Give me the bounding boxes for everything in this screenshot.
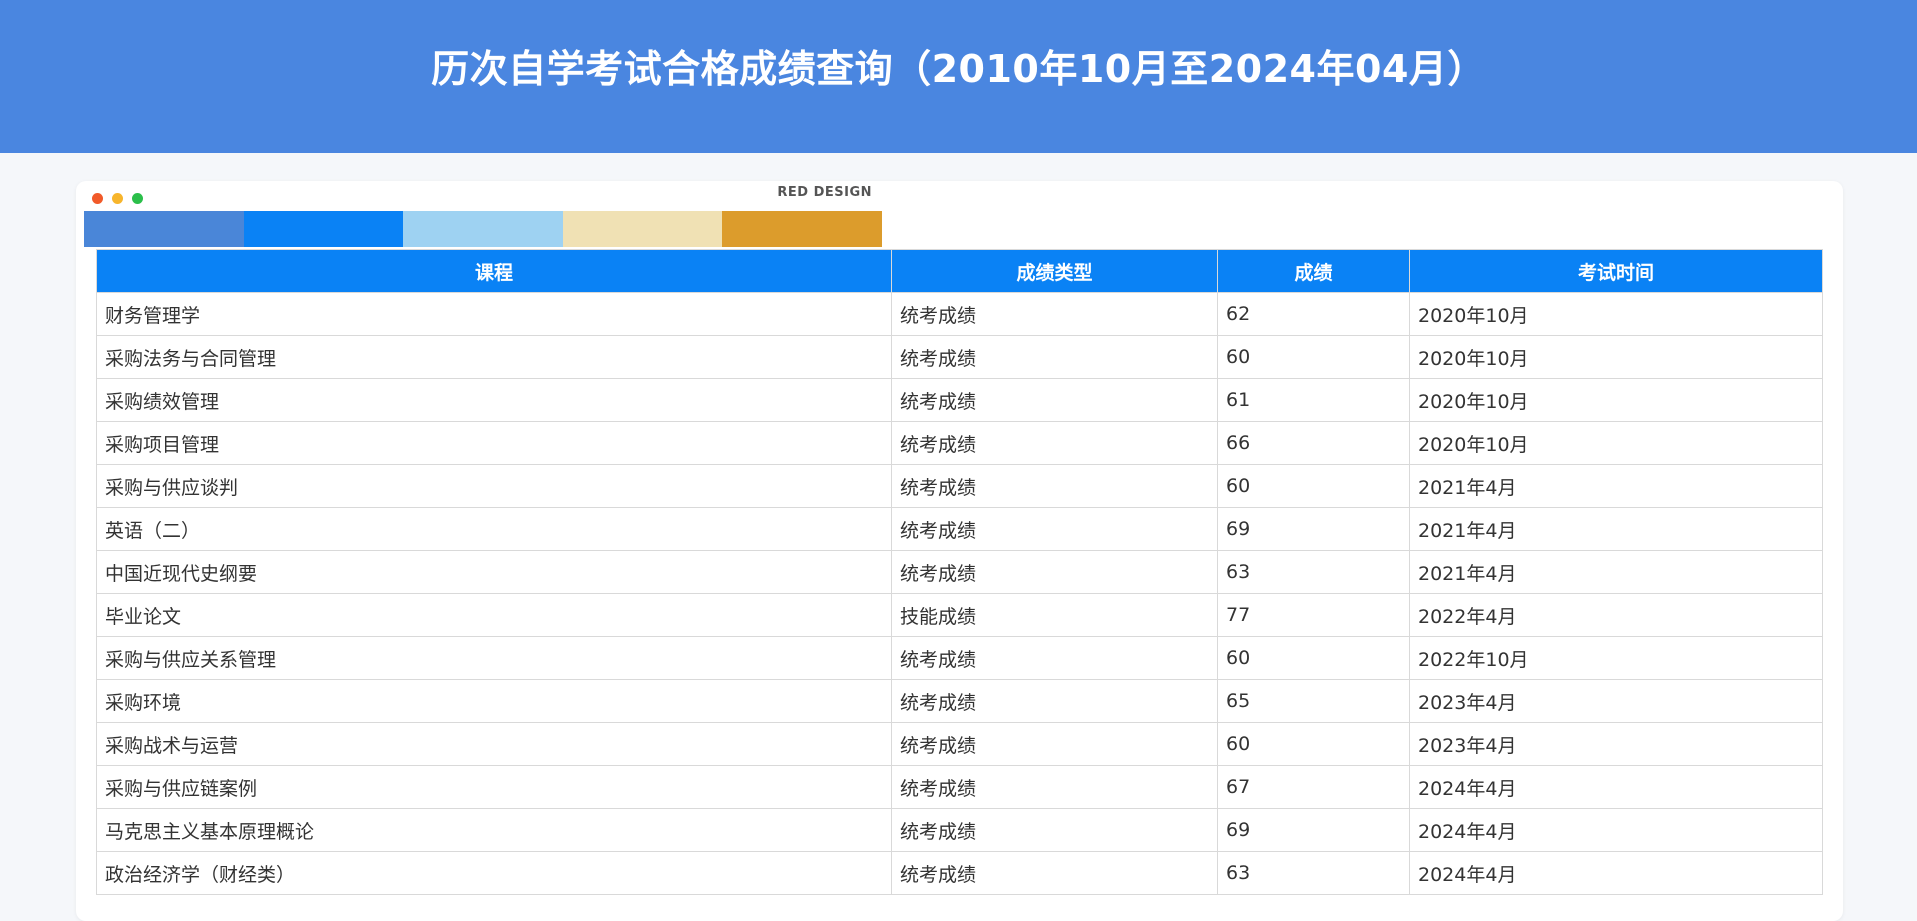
green-dot-icon — [132, 193, 143, 204]
course-cell: 中国近现代史纲要 — [96, 550, 892, 594]
exam-time-cell: 2022年10月 — [1409, 636, 1823, 680]
course-cell: 采购与供应谈判 — [96, 464, 892, 508]
course-cell: 采购项目管理 — [96, 421, 892, 465]
header-exam-time: 考试时间 — [1409, 249, 1823, 293]
table-row: 采购战术与运营 统考成绩 60 2023年4月 — [96, 722, 1823, 766]
exam-time-cell: 2021年4月 — [1409, 464, 1823, 508]
score-type-cell: 统考成绩 — [891, 679, 1218, 723]
results-card: RED DESIGN 课程 成绩类型 成绩 考试时间 财务管理学 统考成绩 62 20… — [76, 181, 1843, 921]
score-type-cell: 统考成绩 — [891, 421, 1218, 465]
exam-time-cell: 2020年10月 — [1409, 421, 1823, 465]
header-score: 成绩 — [1217, 249, 1410, 293]
red-dot-icon — [92, 193, 103, 204]
design-color-strip: RED DESIGN — [84, 181, 882, 249]
window-dots — [92, 193, 143, 204]
course-cell: 采购战术与运营 — [96, 722, 892, 766]
score-type-cell: 技能成绩 — [891, 593, 1218, 637]
score-type-cell: 统考成绩 — [891, 292, 1218, 336]
color-swatch — [84, 211, 244, 247]
score-cell: 69 — [1217, 808, 1410, 852]
exam-time-cell: 2023年4月 — [1409, 679, 1823, 723]
exam-time-cell: 2020年10月 — [1409, 335, 1823, 379]
table-row: 采购与供应链案例 统考成绩 67 2024年4月 — [96, 765, 1823, 809]
score-type-cell: 统考成绩 — [891, 378, 1218, 422]
color-swatch — [722, 211, 882, 247]
score-cell: 67 — [1217, 765, 1410, 809]
exam-time-cell: 2021年4月 — [1409, 507, 1823, 551]
table-row: 采购绩效管理 统考成绩 61 2020年10月 — [96, 378, 1823, 422]
table-row: 采购环境 统考成绩 65 2023年4月 — [96, 679, 1823, 723]
score-cell: 69 — [1217, 507, 1410, 551]
course-cell: 毕业论文 — [96, 593, 892, 637]
exam-time-cell: 2020年10月 — [1409, 292, 1823, 336]
score-cell: 60 — [1217, 335, 1410, 379]
table-row: 采购与供应谈判 统考成绩 60 2021年4月 — [96, 464, 1823, 508]
header-score-type: 成绩类型 — [891, 249, 1218, 293]
table-row: 马克思主义基本原理概论 统考成绩 69 2024年4月 — [96, 808, 1823, 852]
exam-time-cell: 2023年4月 — [1409, 722, 1823, 766]
table-row: 英语（二） 统考成绩 69 2021年4月 — [96, 507, 1823, 551]
brand-label: RED DESIGN — [777, 185, 872, 200]
table-row: 采购与供应关系管理 统考成绩 60 2022年10月 — [96, 636, 1823, 680]
score-cell: 77 — [1217, 593, 1410, 637]
score-type-cell: 统考成绩 — [891, 765, 1218, 809]
color-swatch — [403, 211, 563, 247]
score-cell: 63 — [1217, 851, 1410, 895]
table-row: 采购项目管理 统考成绩 66 2020年10月 — [96, 421, 1823, 465]
table-row: 中国近现代史纲要 统考成绩 63 2021年4月 — [96, 550, 1823, 594]
page-title: 历次自学考试合格成绩查询（2010年10月至2024年04月） — [431, 47, 1486, 91]
score-cell: 60 — [1217, 722, 1410, 766]
score-cell: 62 — [1217, 292, 1410, 336]
score-type-cell: 统考成绩 — [891, 335, 1218, 379]
score-type-cell: 统考成绩 — [891, 550, 1218, 594]
course-cell: 英语（二） — [96, 507, 892, 551]
scores-table: 课程 成绩类型 成绩 考试时间 财务管理学 统考成绩 62 2020年10月 采购法务与… — [96, 249, 1823, 895]
exam-time-cell: 2024年4月 — [1409, 851, 1823, 895]
score-cell: 61 — [1217, 378, 1410, 422]
exam-time-cell: 2024年4月 — [1409, 765, 1823, 809]
course-cell: 财务管理学 — [96, 292, 892, 336]
score-type-cell: 统考成绩 — [891, 464, 1218, 508]
exam-time-cell: 2022年4月 — [1409, 593, 1823, 637]
score-cell: 60 — [1217, 636, 1410, 680]
score-cell: 60 — [1217, 464, 1410, 508]
score-cell: 63 — [1217, 550, 1410, 594]
table-row: 毕业论文 技能成绩 77 2022年4月 — [96, 593, 1823, 637]
color-swatch — [243, 211, 404, 247]
color-swatch — [562, 211, 723, 247]
score-type-cell: 统考成绩 — [891, 507, 1218, 551]
course-cell: 马克思主义基本原理概论 — [96, 808, 892, 852]
course-cell: 政治经济学（财经类） — [96, 851, 892, 895]
exam-time-cell: 2021年4月 — [1409, 550, 1823, 594]
score-type-cell: 统考成绩 — [891, 851, 1218, 895]
table-row: 采购法务与合同管理 统考成绩 60 2020年10月 — [96, 335, 1823, 379]
score-cell: 66 — [1217, 421, 1410, 465]
score-type-cell: 统考成绩 — [891, 722, 1218, 766]
course-cell: 采购绩效管理 — [96, 378, 892, 422]
exam-time-cell: 2020年10月 — [1409, 378, 1823, 422]
course-cell: 采购环境 — [96, 679, 892, 723]
course-cell: 采购法务与合同管理 — [96, 335, 892, 379]
table-header-row: 课程 成绩类型 成绩 考试时间 — [96, 249, 1823, 293]
exam-time-cell: 2024年4月 — [1409, 808, 1823, 852]
color-swatches — [84, 211, 882, 247]
course-cell: 采购与供应关系管理 — [96, 636, 892, 680]
yellow-dot-icon — [112, 193, 123, 204]
table-body: 财务管理学 统考成绩 62 2020年10月 采购法务与合同管理 统考成绩 60 2020年1… — [96, 292, 1823, 895]
header-course: 课程 — [96, 249, 892, 293]
score-cell: 65 — [1217, 679, 1410, 723]
table-row: 财务管理学 统考成绩 62 2020年10月 — [96, 292, 1823, 336]
course-cell: 采购与供应链案例 — [96, 765, 892, 809]
score-type-cell: 统考成绩 — [891, 808, 1218, 852]
score-type-cell: 统考成绩 — [891, 636, 1218, 680]
table-row: 政治经济学（财经类） 统考成绩 63 2024年4月 — [96, 851, 1823, 895]
page-header: 历次自学考试合格成绩查询（2010年10月至2024年04月） — [0, 0, 1917, 153]
